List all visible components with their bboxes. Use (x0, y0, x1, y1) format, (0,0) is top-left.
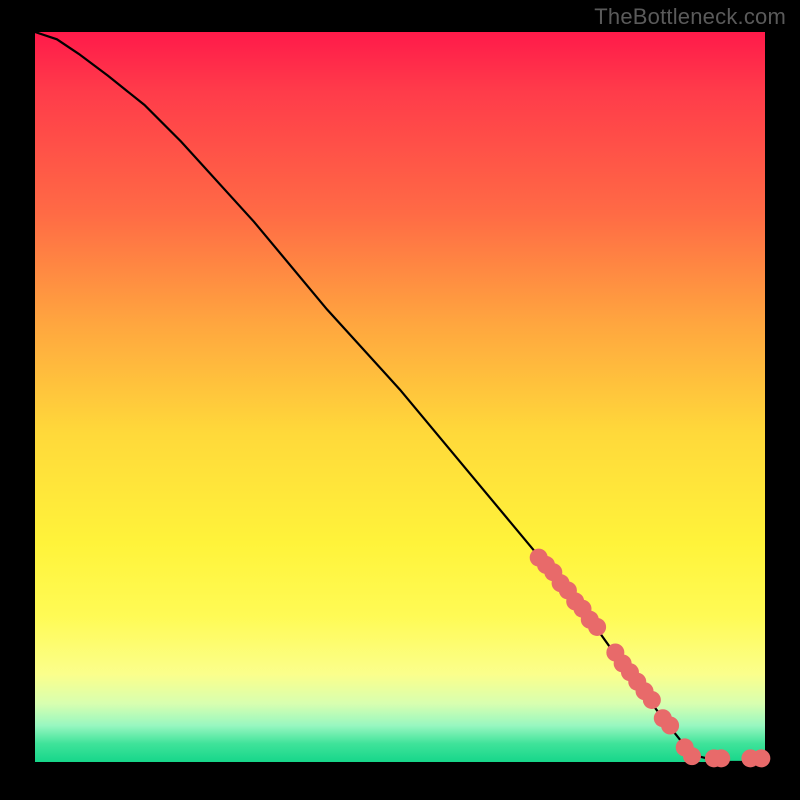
data-point (643, 691, 661, 709)
bottleneck-curve (35, 32, 765, 762)
data-point (712, 749, 730, 767)
data-point (683, 747, 701, 765)
data-points-group (530, 549, 771, 768)
data-point (588, 618, 606, 636)
chart-plot-area (35, 32, 765, 762)
data-point (752, 749, 770, 767)
chart-overlay-svg (35, 32, 765, 762)
data-point (661, 717, 679, 735)
attribution-text: TheBottleneck.com (594, 4, 786, 30)
